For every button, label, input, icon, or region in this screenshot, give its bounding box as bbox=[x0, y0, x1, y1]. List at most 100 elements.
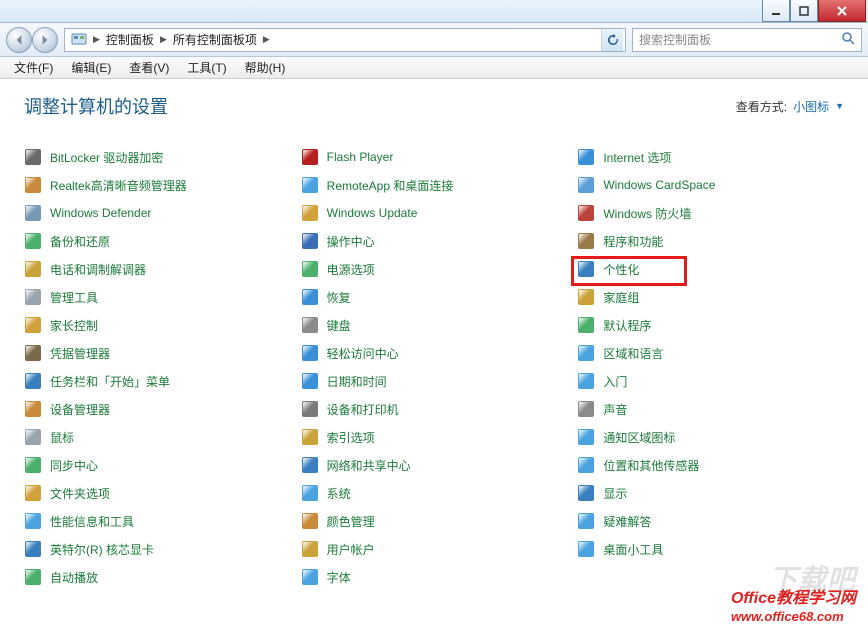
control-panel-item[interactable]: 英特尔(R) 核芯显卡 bbox=[24, 539, 291, 559]
item-label: 设备管理器 bbox=[50, 401, 110, 418]
navigation-bar: ▶ 控制面板 ▶ 所有控制面板项 ▶ 搜索控制面板 bbox=[0, 23, 868, 57]
search-input[interactable]: 搜索控制面板 bbox=[632, 28, 862, 52]
control-panel-item[interactable]: 性能信息和工具 bbox=[24, 511, 291, 531]
control-panel-item[interactable]: Flash Player bbox=[301, 147, 568, 167]
control-panel-item[interactable]: 自动播放 bbox=[24, 567, 291, 587]
control-panel-item[interactable]: 备份和还原 bbox=[24, 231, 291, 251]
control-panel-item[interactable]: 位置和其他传感器 bbox=[577, 455, 844, 475]
control-panel-item[interactable]: RemoteApp 和桌面连接 bbox=[301, 175, 568, 195]
refresh-button[interactable] bbox=[601, 29, 623, 51]
control-panel-item[interactable]: 任务栏和「开始」菜单 bbox=[24, 371, 291, 391]
control-panel-item[interactable]: 管理工具 bbox=[24, 287, 291, 307]
item-label: Realtek高清晰音频管理器 bbox=[50, 177, 187, 194]
item-label: 性能信息和工具 bbox=[50, 513, 134, 530]
control-panel-item[interactable]: 家庭组 bbox=[577, 287, 844, 307]
item-label: 凭据管理器 bbox=[50, 345, 110, 362]
control-panel-item[interactable]: 文件夹选项 bbox=[24, 483, 291, 503]
item-label: 自动播放 bbox=[50, 569, 98, 586]
item-icon bbox=[24, 176, 42, 194]
item-label: 设备和打印机 bbox=[327, 401, 399, 418]
control-panel-item[interactable]: 个性化 bbox=[577, 259, 844, 279]
item-icon bbox=[24, 288, 42, 306]
forward-button[interactable] bbox=[32, 27, 58, 53]
item-icon bbox=[301, 148, 319, 166]
item-icon bbox=[577, 428, 595, 446]
control-panel-item[interactable]: 用户帐户 bbox=[301, 539, 568, 559]
control-panel-item[interactable]: 日期和时间 bbox=[301, 371, 568, 391]
item-label: 疑难解答 bbox=[603, 513, 651, 530]
control-panel-item[interactable]: Windows CardSpace bbox=[577, 175, 844, 195]
item-label: 用户帐户 bbox=[327, 541, 375, 558]
minimize-button[interactable] bbox=[762, 0, 790, 22]
control-panel-item[interactable]: Internet 选项 bbox=[577, 147, 844, 167]
item-icon bbox=[301, 288, 319, 306]
control-panel-item[interactable]: 电源选项 bbox=[301, 259, 568, 279]
control-panel-item[interactable]: 区域和语言 bbox=[577, 343, 844, 363]
menu-edit[interactable]: 编辑(E) bbox=[63, 57, 119, 78]
menu-file[interactable]: 文件(F) bbox=[6, 57, 61, 78]
control-panel-item[interactable]: 恢复 bbox=[301, 287, 568, 307]
control-panel-item[interactable]: 轻松访问中心 bbox=[301, 343, 568, 363]
item-label: 电源选项 bbox=[327, 261, 375, 278]
item-label: 系统 bbox=[327, 485, 351, 502]
item-label: 索引选项 bbox=[327, 429, 375, 446]
control-panel-item[interactable]: 索引选项 bbox=[301, 427, 568, 447]
item-icon bbox=[24, 260, 42, 278]
control-panel-item[interactable]: Windows Defender bbox=[24, 203, 291, 223]
control-panel-item[interactable]: 颜色管理 bbox=[301, 511, 568, 531]
control-panel-item[interactable]: 设备管理器 bbox=[24, 399, 291, 419]
control-panel-item[interactable]: 入门 bbox=[577, 371, 844, 391]
close-button[interactable] bbox=[818, 0, 866, 22]
control-panel-item[interactable]: 桌面小工具 bbox=[577, 539, 844, 559]
control-panel-item[interactable]: Windows Update bbox=[301, 203, 568, 223]
control-panel-item[interactable]: 设备和打印机 bbox=[301, 399, 568, 419]
control-panel-item[interactable]: 通知区域图标 bbox=[577, 427, 844, 447]
maximize-button[interactable] bbox=[790, 0, 818, 22]
control-panel-item[interactable]: 网络和共享中心 bbox=[301, 455, 568, 475]
item-label: 显示 bbox=[603, 485, 627, 502]
breadcrumb-segment[interactable]: 控制面板 bbox=[102, 29, 158, 50]
item-label: 管理工具 bbox=[50, 289, 98, 306]
control-panel-item[interactable]: 凭据管理器 bbox=[24, 343, 291, 363]
item-icon bbox=[24, 484, 42, 502]
control-panel-item[interactable]: Windows 防火墙 bbox=[577, 203, 844, 223]
menu-tools[interactable]: 工具(T) bbox=[179, 57, 234, 78]
control-panel-item[interactable]: Realtek高清晰音频管理器 bbox=[24, 175, 291, 195]
control-panel-item[interactable]: 家长控制 bbox=[24, 315, 291, 335]
item-icon bbox=[577, 288, 595, 306]
control-panel-item[interactable]: BitLocker 驱动器加密 bbox=[24, 147, 291, 167]
control-panel-item[interactable]: 鼠标 bbox=[24, 427, 291, 447]
item-icon bbox=[577, 484, 595, 502]
item-icon bbox=[577, 232, 595, 250]
back-button[interactable] bbox=[6, 27, 32, 53]
control-panel-item[interactable]: 电话和调制解调器 bbox=[24, 259, 291, 279]
address-bar[interactable]: ▶ 控制面板 ▶ 所有控制面板项 ▶ bbox=[64, 28, 626, 52]
breadcrumb-separator-icon: ▶ bbox=[158, 34, 169, 45]
item-label: 区域和语言 bbox=[603, 345, 663, 362]
control-panel-item[interactable]: 默认程序 bbox=[577, 315, 844, 335]
control-panel-item[interactable]: 显示 bbox=[577, 483, 844, 503]
control-panel-item[interactable]: 声音 bbox=[577, 399, 844, 419]
control-panel-item[interactable]: 系统 bbox=[301, 483, 568, 503]
item-label: 家庭组 bbox=[603, 289, 639, 306]
control-panel-item[interactable]: 同步中心 bbox=[24, 455, 291, 475]
item-label: 鼠标 bbox=[50, 429, 74, 446]
control-panel-item[interactable]: 疑难解答 bbox=[577, 511, 844, 531]
item-icon bbox=[301, 512, 319, 530]
item-label: 操作中心 bbox=[327, 233, 375, 250]
control-panel-item[interactable]: 字体 bbox=[301, 567, 568, 587]
control-panel-icon bbox=[71, 32, 87, 48]
view-by-selector[interactable]: 查看方式: 小图标 ▼ bbox=[736, 98, 844, 115]
item-icon bbox=[301, 400, 319, 418]
breadcrumb-segment[interactable]: 所有控制面板项 bbox=[169, 29, 261, 50]
item-icon bbox=[24, 540, 42, 558]
item-label: Windows CardSpace bbox=[603, 178, 715, 192]
menu-help[interactable]: 帮助(H) bbox=[237, 57, 294, 78]
item-label: 轻松访问中心 bbox=[327, 345, 399, 362]
control-panel-item[interactable]: 键盘 bbox=[301, 315, 568, 335]
watermark-bottom: Office教程学习网 www.office68.com bbox=[731, 584, 856, 626]
control-panel-item[interactable]: 操作中心 bbox=[301, 231, 568, 251]
menu-view[interactable]: 查看(V) bbox=[121, 57, 177, 78]
control-panel-item[interactable]: 程序和功能 bbox=[577, 231, 844, 251]
item-label: 英特尔(R) 核芯显卡 bbox=[50, 541, 154, 558]
